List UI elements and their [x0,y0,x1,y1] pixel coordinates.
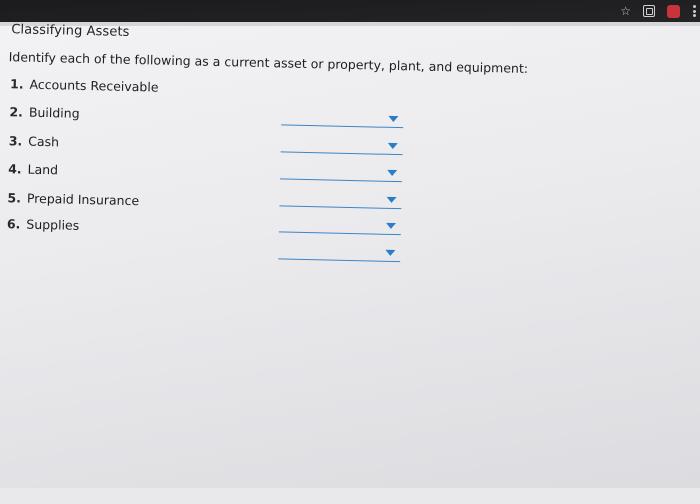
item-label: Land [27,161,59,178]
list-item: 5. Prepaid Insurance [7,190,139,208]
caret-down-icon[interactable] [385,249,396,257]
caret-down-icon[interactable] [386,196,397,204]
list-item: 3. Cash [9,133,60,149]
page-background: ☆ Classifying Assets Identify each of th… [0,0,700,488]
item-number: 3. [8,133,23,149]
classification-dropdown[interactable] [278,211,402,236]
item-label: Accounts Receivable [29,76,159,95]
classification-dropdown[interactable] [280,158,403,183]
caret-down-icon[interactable] [387,142,398,150]
classification-dropdown[interactable] [279,185,402,210]
classification-dropdown[interactable] [281,104,404,129]
item-number: 1. [9,76,24,92]
item-number: 6. [6,216,21,232]
page-title: Classifying Assets [11,22,130,40]
caret-down-icon[interactable] [388,115,399,123]
list-item: 6. Supplies [7,216,80,233]
question-instruction: Identify each of the following as a curr… [8,49,529,76]
item-number: 5. [7,190,22,206]
list-item: 1. Accounts Receivable [10,76,159,94]
question-panel: Classifying Assets Identify each of the … [0,0,700,504]
classification-dropdown[interactable] [278,238,401,263]
item-number: 2. [9,104,24,120]
list-item: 4. Land [8,161,58,177]
list-item: 2. Building [9,104,79,121]
item-label: Building [28,104,80,121]
caret-down-icon[interactable] [385,222,397,230]
item-label: Supplies [26,216,80,233]
classification-dropdown[interactable] [280,131,404,156]
item-label: Prepaid Insurance [26,190,140,209]
item-number: 4. [8,161,22,177]
caret-down-icon[interactable] [387,169,398,177]
item-label: Cash [28,133,60,150]
